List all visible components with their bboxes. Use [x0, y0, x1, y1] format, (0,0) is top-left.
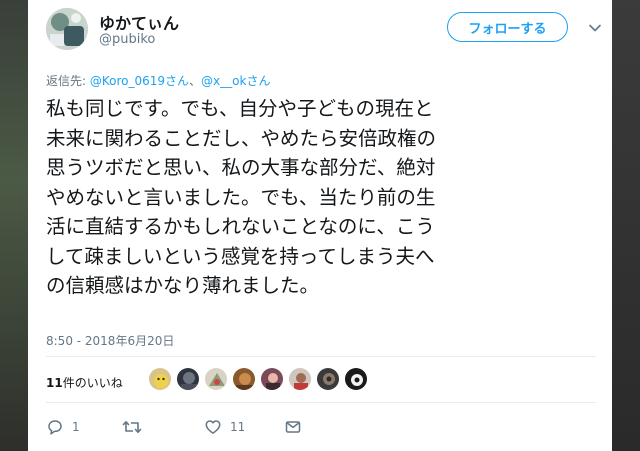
liker-avatar[interactable]	[204, 367, 228, 391]
tweet-line: 私も同じです。でも、自分や子どもの現在と	[46, 97, 434, 120]
reply-icon	[46, 418, 64, 436]
divider	[46, 402, 596, 403]
retweet-icon	[122, 418, 142, 436]
liker-avatar[interactable]	[344, 367, 368, 391]
reply-button[interactable]: 1	[46, 418, 80, 436]
mention-link[interactable]: @Koro_0619さん	[90, 74, 189, 88]
tweet-line: 活に直結するかもしれないことなのに、こう	[46, 215, 435, 238]
tweet-line: して疎ましいという感覚を持ってしまう夫へ	[46, 244, 435, 268]
liker-avatar[interactable]	[232, 367, 256, 391]
liker-avatar[interactable]	[288, 367, 312, 391]
follow-button[interactable]: フォローする	[447, 12, 568, 42]
display-name[interactable]: ゆかてぃん	[99, 10, 179, 34]
user-handle[interactable]: @pubiko	[99, 32, 155, 47]
background-right-edge	[612, 0, 640, 451]
tweet-text: 私も同じです。でも、自分や子どもの現在と 未来に関わることだし、やめたら安倍政権…	[46, 94, 566, 301]
divider	[46, 356, 596, 357]
dm-icon	[284, 418, 302, 436]
tweet-line: 未来に関わることだし、やめたら安倍政権の	[46, 126, 437, 150]
tweet-timestamp[interactable]: 8:50 - 2018年6月20日	[46, 332, 174, 349]
reply-to-line: 返信先: @Koro_0619さん、@x__okさん	[46, 72, 270, 89]
likes-count[interactable]: 11件のいいね	[46, 374, 123, 391]
reply-prefix: 返信先:	[46, 74, 90, 88]
mention-separator: 、	[189, 74, 202, 88]
like-button[interactable]: 11	[204, 418, 245, 436]
retweet-button[interactable]	[122, 418, 150, 436]
liker-avatar[interactable]	[176, 367, 200, 391]
tweet-line: やめないと言いました。でも、当たり前の生	[46, 185, 436, 209]
background-left-edge	[0, 0, 28, 451]
reply-count: 1	[72, 420, 80, 434]
dm-button[interactable]	[284, 418, 302, 436]
caret-down-icon[interactable]	[588, 20, 602, 34]
heart-icon	[204, 418, 222, 436]
tweet-card: ゆかてぃん @pubiko フォローする 返信先: @Koro_0619さん、@…	[28, 0, 612, 451]
tweet-line: の信頼感はかなり薄れました。	[46, 274, 320, 297]
liker-avatar[interactable]	[316, 367, 340, 391]
liker-avatar[interactable]	[148, 367, 172, 391]
likes-label-text: 件のいいね	[62, 376, 123, 390]
likes-number: 11	[46, 376, 63, 390]
like-count: 11	[230, 420, 246, 434]
avatar[interactable]	[46, 8, 88, 50]
tweet-line: 思うツボだと思い、私の大事な部分だ、絶対	[46, 156, 436, 179]
liker-avatar[interactable]	[260, 367, 284, 391]
mention-link[interactable]: @x__okさん	[201, 74, 270, 88]
